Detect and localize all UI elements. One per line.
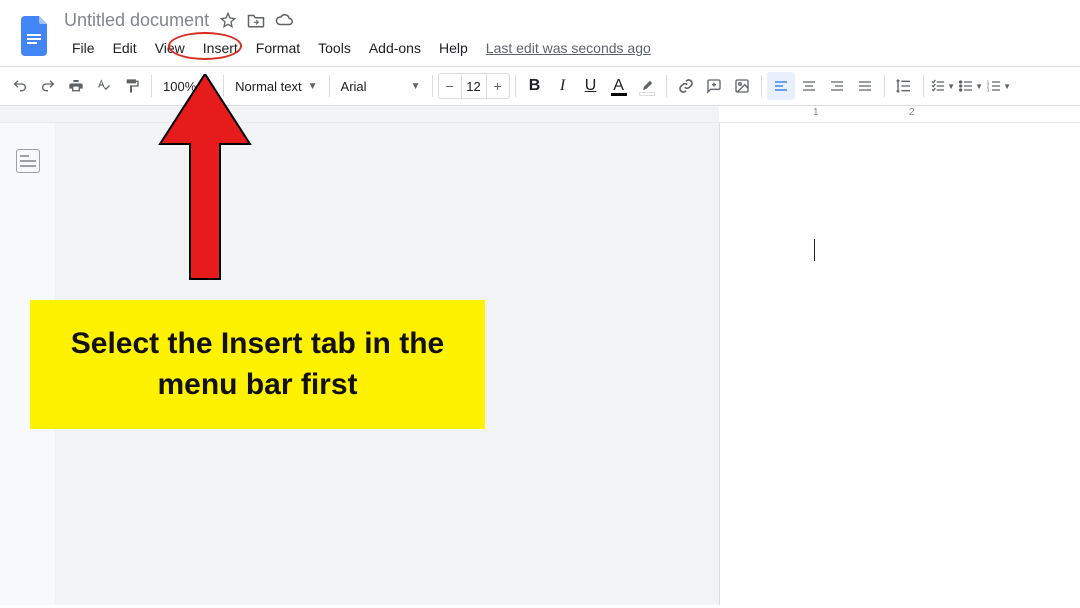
insert-image-button[interactable] xyxy=(728,72,756,100)
separator xyxy=(515,75,516,97)
text-color-button[interactable]: A xyxy=(605,72,633,100)
separator xyxy=(432,75,433,97)
italic-button[interactable]: I xyxy=(549,72,577,100)
font-size-increase[interactable]: + xyxy=(487,78,509,94)
numbered-list-button[interactable]: 123▼ xyxy=(985,72,1013,100)
separator xyxy=(329,75,330,97)
font-value: Arial xyxy=(341,79,367,94)
font-dropdown[interactable]: Arial ▼ xyxy=(335,72,427,100)
menu-help[interactable]: Help xyxy=(431,36,476,60)
line-spacing-button[interactable] xyxy=(890,72,918,100)
redo-button[interactable] xyxy=(34,72,62,100)
separator xyxy=(761,75,762,97)
underline-button[interactable]: U xyxy=(577,72,605,100)
insert-link-button[interactable] xyxy=(672,72,700,100)
bold-button[interactable]: B xyxy=(521,72,549,100)
cloud-status-icon[interactable] xyxy=(275,11,293,29)
highlight-button[interactable] xyxy=(633,72,661,100)
style-value: Normal text xyxy=(235,79,301,94)
svg-text:3: 3 xyxy=(987,87,990,92)
move-folder-icon[interactable] xyxy=(247,11,265,29)
font-size-value[interactable]: 12 xyxy=(461,74,487,98)
menu-addons[interactable]: Add-ons xyxy=(361,36,429,60)
separator xyxy=(884,75,885,97)
font-size-decrease[interactable]: − xyxy=(439,78,461,94)
menu-tools[interactable]: Tools xyxy=(310,36,359,60)
menu-format[interactable]: Format xyxy=(248,36,308,60)
ruler-tick: 2 xyxy=(909,107,915,118)
align-justify-button[interactable] xyxy=(851,72,879,100)
paint-format-button[interactable] xyxy=(118,72,146,100)
zoom-dropdown[interactable]: 100% ▼ xyxy=(157,72,218,100)
spellcheck-button[interactable] xyxy=(90,72,118,100)
align-right-button[interactable] xyxy=(823,72,851,100)
ruler-tick: 1 xyxy=(813,107,819,118)
annotation-callout: Select the Insert tab in the menu bar fi… xyxy=(30,300,485,429)
separator xyxy=(666,75,667,97)
chevron-down-icon: ▼ xyxy=(308,81,318,92)
menu-edit[interactable]: Edit xyxy=(105,36,145,60)
bulleted-list-button[interactable]: ▼ xyxy=(957,72,985,100)
separator xyxy=(923,75,924,97)
menu-bar: File Edit View Insert Format Tools Add-o… xyxy=(64,36,651,60)
star-icon[interactable] xyxy=(219,11,237,29)
separator xyxy=(151,75,152,97)
align-center-button[interactable] xyxy=(795,72,823,100)
menu-view[interactable]: View xyxy=(147,36,193,60)
document-title[interactable]: Untitled document xyxy=(64,10,209,31)
chevron-down-icon: ▼ xyxy=(411,81,421,92)
undo-button[interactable] xyxy=(6,72,34,100)
docs-logo[interactable] xyxy=(18,12,54,60)
ruler: 1 2 xyxy=(0,106,1080,123)
menu-insert[interactable]: Insert xyxy=(195,36,246,60)
chevron-down-icon: ▼ xyxy=(202,81,212,92)
toolbar: 100% ▼ Normal text ▼ Arial ▼ − 12 + B I U A… xyxy=(0,66,1080,106)
menu-file[interactable]: File xyxy=(64,36,103,60)
chevron-down-icon: ▼ xyxy=(947,82,955,91)
document-page[interactable] xyxy=(719,123,1080,605)
font-size-control: − 12 + xyxy=(438,73,510,99)
checklist-button[interactable]: ▼ xyxy=(929,72,957,100)
text-cursor xyxy=(814,239,815,261)
chevron-down-icon: ▼ xyxy=(1003,82,1011,91)
separator xyxy=(223,75,224,97)
style-dropdown[interactable]: Normal text ▼ xyxy=(229,72,323,100)
chevron-down-icon: ▼ xyxy=(975,82,983,91)
last-edit-link[interactable]: Last edit was seconds ago xyxy=(486,40,651,56)
align-left-button[interactable] xyxy=(767,72,795,100)
print-button[interactable] xyxy=(62,72,90,100)
add-comment-button[interactable] xyxy=(700,72,728,100)
document-outline-icon[interactable] xyxy=(16,149,40,173)
zoom-value: 100% xyxy=(163,79,196,94)
